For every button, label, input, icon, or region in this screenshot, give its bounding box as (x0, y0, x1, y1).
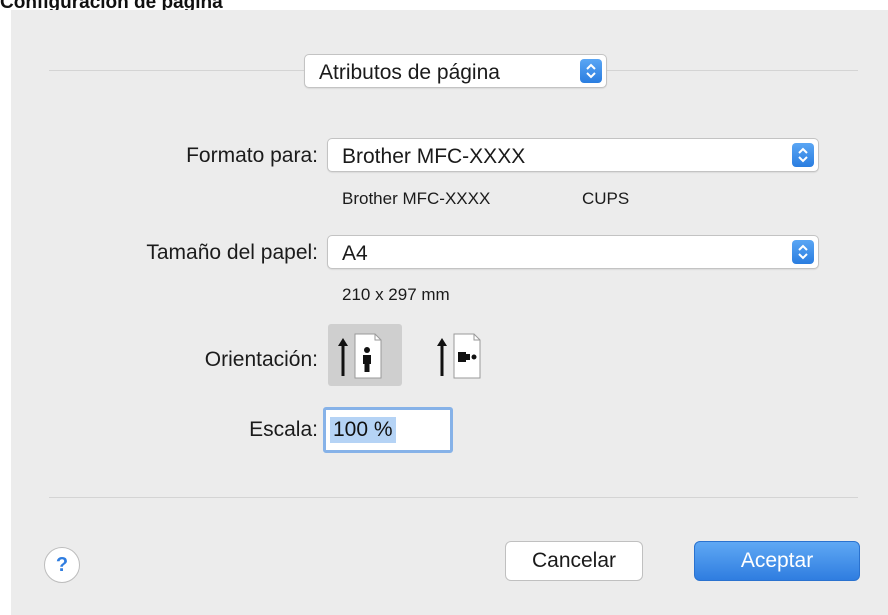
paper-size-label: Tamaño del papel: (146, 241, 318, 264)
scale-input[interactable]: 100 % (323, 407, 453, 453)
portrait-orientation-icon (338, 333, 382, 379)
settings-popup-label: Atributos de página (319, 61, 500, 84)
cancel-button[interactable]: Cancelar (505, 541, 643, 581)
landscape-orientation-icon (437, 333, 481, 379)
scale-label: Escala: (249, 418, 318, 441)
settings-popup[interactable]: Atributos de página (304, 54, 607, 88)
chevron-updown-icon (792, 240, 814, 264)
help-button[interactable]: ? (44, 547, 80, 583)
format-for-label: Formato para: (186, 144, 318, 167)
portrait-orientation-button[interactable] (328, 324, 402, 386)
bottom-separator (49, 497, 858, 498)
chevron-updown-icon (580, 59, 602, 83)
format-for-popup[interactable]: Brother MFC-XXXX (327, 138, 819, 172)
orientation-label: Orientación: (204, 348, 318, 371)
printer-name: Brother MFC-XXXX (342, 189, 491, 208)
ok-button[interactable]: Aceptar (694, 541, 860, 581)
page-setup-dialog: Atributos de página Formato para: Brothe… (11, 10, 888, 615)
paper-size-popup[interactable]: A4 (327, 235, 819, 269)
landscape-orientation-button[interactable] (427, 324, 501, 386)
chevron-updown-icon (792, 143, 814, 167)
help-icon: ? (55, 553, 69, 576)
format-for-value: Brother MFC-XXXX (342, 145, 526, 168)
paper-dimensions: 210 x 297 mm (342, 285, 450, 304)
printer-driver: CUPS (582, 189, 630, 208)
scale-value: 100 % (330, 417, 396, 443)
paper-size-value: A4 (342, 242, 368, 265)
